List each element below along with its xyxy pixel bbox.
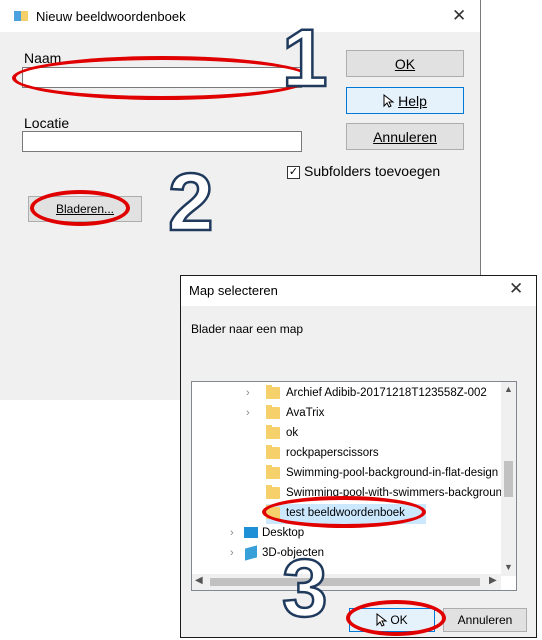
scroll-up-icon[interactable]: ▲: [504, 384, 513, 394]
cancel-button-label: Annuleren: [373, 128, 437, 145]
step-number-3: 3: [281, 543, 329, 634]
step-number-2: 2: [167, 157, 215, 248]
folder-cancel-button[interactable]: Annuleren: [443, 608, 527, 632]
scroll-thumb[interactable]: [210, 578, 480, 586]
folder-icon: [266, 485, 280, 499]
chevron-right-icon[interactable]: ›: [246, 387, 250, 399]
tree-item[interactable]: ok: [192, 424, 502, 444]
scroll-thumb[interactable]: [504, 461, 513, 497]
ok-button[interactable]: OK: [346, 50, 464, 77]
tree-item[interactable]: Swimming-pool-background-in-flat-design: [192, 464, 502, 484]
tree-item-label: AvaTrix: [286, 407, 325, 419]
horizontal-scrollbar[interactable]: ◀ ▶: [192, 574, 501, 590]
step-number-1: 1: [281, 13, 329, 104]
select-folder-dialog: Map selecteren ✕ Blader naar een map › A…: [180, 275, 537, 638]
chevron-right-icon[interactable]: ›: [230, 547, 234, 559]
folder-cancel-label: Annuleren: [457, 613, 513, 627]
folder-icon: [266, 445, 280, 459]
highlight-ellipse-browse: [30, 190, 130, 226]
folder-icon: [266, 465, 280, 479]
scroll-down-icon[interactable]: ▼: [504, 562, 513, 572]
dialog-title: Nieuw beeldwoordenboek: [36, 9, 186, 24]
highlight-ellipse-name-field: [12, 56, 312, 100]
folder-icon: [266, 405, 280, 419]
location-field[interactable]: [22, 131, 302, 152]
close-icon[interactable]: ✕: [452, 6, 466, 26]
tree-item[interactable]: rockpaperscissors: [192, 444, 502, 464]
tree-item-label: ok: [286, 427, 299, 439]
tree-item[interactable]: › AvaTrix: [192, 404, 502, 424]
tree-item-label: rockpaperscissors: [286, 447, 379, 459]
highlight-ellipse-ok: [346, 600, 446, 636]
ok-button-label: OK: [394, 55, 416, 72]
folder-tree[interactable]: › Archief Adibib-20171218T123558Z-002 › …: [191, 381, 517, 591]
folder-dialog-title: Map selecteren: [189, 283, 278, 298]
location-label: Locatie: [24, 115, 70, 131]
tree-item-label: Swimming-pool-background-in-flat-design: [286, 467, 499, 479]
help-button-label: Help: [398, 92, 427, 109]
highlight-ellipse-selected-folder: [262, 496, 426, 528]
vertical-scrollbar[interactable]: ▲ ▼: [501, 382, 516, 576]
chevron-right-icon[interactable]: ›: [230, 527, 234, 539]
help-button[interactable]: Help: [346, 87, 464, 114]
3d-objects-icon: [245, 545, 257, 561]
instruction-text: Blader naar een map: [191, 322, 304, 336]
scroll-right-icon[interactable]: ▶: [489, 575, 497, 586]
subfolders-checkbox[interactable]: ✓: [287, 166, 300, 179]
folder-icon: [266, 425, 280, 439]
folder-dialog-body: Blader naar een map › Archief Adibib-201…: [181, 306, 536, 637]
tree-item[interactable]: › 3D-objecten: [192, 544, 502, 564]
close-icon[interactable]: ✕: [509, 279, 523, 299]
scroll-left-icon[interactable]: ◀: [195, 575, 203, 586]
tree-item-label: Archief Adibib-20171218T123558Z-002: [286, 387, 487, 399]
tree-item-label: Desktop: [262, 527, 305, 539]
subfolders-label: Subfolders toevoegen: [304, 163, 441, 179]
cancel-button[interactable]: Annuleren: [346, 123, 464, 150]
tree-item[interactable]: › Archief Adibib-20171218T123558Z-002: [192, 384, 502, 404]
desktop-icon: [244, 527, 258, 538]
title-bar: Nieuw beeldwoordenboek ✕: [0, 0, 480, 32]
app-icon: [14, 11, 28, 21]
chevron-right-icon[interactable]: ›: [246, 407, 250, 419]
folder-icon: [266, 385, 280, 399]
cursor-icon: [383, 93, 395, 108]
